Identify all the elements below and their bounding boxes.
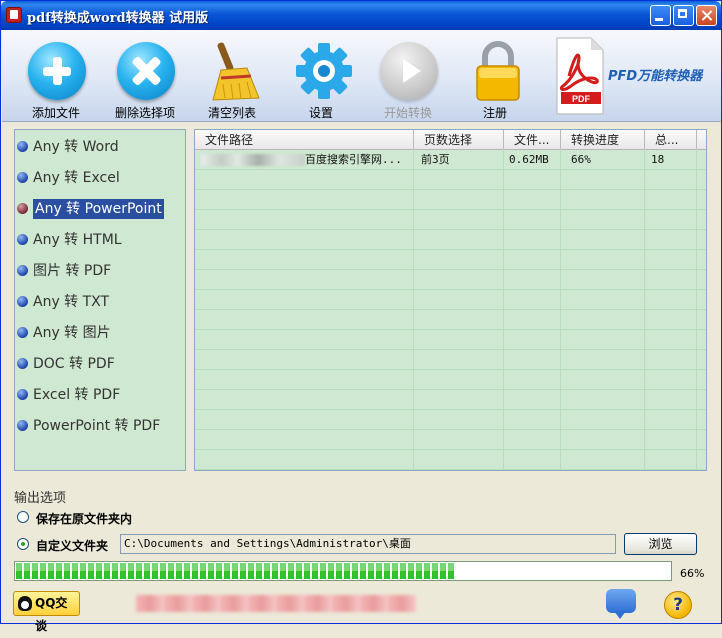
bullet-icon — [17, 203, 28, 214]
brand-label: PFD万能转换器 — [608, 69, 703, 84]
radio-custom-folder-label[interactable]: 自定义文件夹 — [36, 537, 108, 554]
gear-icon — [296, 43, 352, 99]
conversion-item-selected[interactable]: Any 转 PowerPoint — [17, 197, 164, 221]
add-file-button[interactable]: 添加文件 — [13, 34, 99, 120]
cell-total: 18 — [651, 153, 665, 166]
register-label: 注册 — [482, 106, 507, 120]
minimize-button[interactable] — [650, 5, 671, 26]
clear-list-button[interactable]: 清空列表 — [189, 34, 275, 120]
pdf-document-icon: PDF — [556, 37, 604, 115]
broom-icon — [212, 42, 260, 101]
bullet-icon — [17, 172, 28, 183]
settings-button[interactable]: 设置 — [278, 34, 364, 120]
column-header-pages[interactable]: 页数选择 — [414, 130, 504, 149]
register-button[interactable]: 注册 — [452, 34, 538, 120]
cell-size: 0.62MB — [509, 153, 549, 166]
radio-original-folder[interactable] — [17, 511, 29, 523]
table-gridlines — [195, 150, 706, 470]
chat-bubble-icon[interactable] — [606, 589, 636, 619]
bullet-icon — [17, 389, 28, 400]
delete-selected-label: 删除选择项 — [114, 106, 175, 120]
browse-button[interactable]: 浏览 — [624, 533, 697, 555]
conversion-progress-bar — [14, 561, 672, 581]
conversion-item[interactable]: 图片 转 PDF — [17, 259, 111, 283]
delete-selected-button[interactable]: 删除选择项 — [102, 34, 188, 120]
qq-penguin-icon — [18, 596, 32, 611]
redacted-footer-text — [136, 595, 416, 612]
column-divider — [413, 149, 414, 470]
column-header-total[interactable]: 总... — [645, 130, 697, 149]
column-divider — [644, 149, 645, 470]
bullet-icon — [17, 420, 28, 431]
table-header: 文件路径 页数选择 文件... 转换进度 总... — [195, 130, 706, 150]
bullet-icon — [17, 265, 28, 276]
start-convert-button[interactable]: 开始转换 — [365, 34, 451, 120]
cell-pages[interactable]: 前3页 — [421, 152, 501, 168]
progress-percent: 66% — [680, 567, 705, 580]
radio-original-folder-label[interactable]: 保存在原文件夹内 — [36, 510, 132, 527]
qq-chat-button[interactable]: QQ交谈 — [13, 591, 80, 633]
conversion-item[interactable]: Any 转 Word — [17, 135, 119, 159]
toolbar: 添加文件 删除选择项 清空列表 设置 开始转换 注册 PDF PFD万能转换器 — [2, 30, 721, 122]
delete-icon — [117, 42, 175, 100]
clear-list-label: 清空列表 — [207, 106, 256, 120]
column-header-progress[interactable]: 转换进度 — [561, 130, 645, 149]
conversion-item[interactable]: Any 转 TXT — [17, 290, 109, 314]
add-file-label: 添加文件 — [31, 106, 80, 120]
settings-label: 设置 — [308, 106, 333, 120]
app-icon — [6, 7, 22, 23]
cell-progress: 66% — [571, 153, 591, 166]
bullet-icon — [17, 358, 28, 369]
close-button[interactable] — [696, 5, 717, 26]
radio-custom-folder[interactable] — [17, 538, 29, 550]
app-window: pdf转换成word转换器 试用版 添加文件 删除选择项 清空列表 设置 开始转… — [0, 0, 722, 633]
bullet-icon — [17, 296, 28, 307]
maximize-button[interactable] — [673, 5, 694, 26]
file-list-table: 文件路径 页数选择 文件... 转换进度 总... 百度搜索引擎网... 前3页… — [194, 129, 707, 471]
help-button[interactable]: ? — [664, 591, 692, 619]
progress-fill — [16, 563, 454, 579]
play-icon — [380, 42, 438, 100]
qq-chat-label: QQ交谈 — [35, 596, 68, 633]
title-bar[interactable]: pdf转换成word转换器 试用版 — [1, 1, 721, 30]
column-divider — [503, 149, 504, 470]
column-header-size[interactable]: 文件... — [504, 130, 561, 149]
cell-path: 百度搜索引擎网... — [305, 153, 402, 166]
conversion-item[interactable]: DOC 转 PDF — [17, 352, 115, 376]
bullet-icon — [17, 234, 28, 245]
redacted-path-prefix — [201, 154, 305, 166]
conversion-type-list: Any 转 Word Any 转 Excel Any 转 PowerPoint … — [14, 129, 186, 471]
output-path-field[interactable]: C:\Documents and Settings\Administrator\… — [120, 534, 616, 554]
window-title: pdf转换成word转换器 试用版 — [27, 11, 209, 26]
conversion-item[interactable]: Any 转 HTML — [17, 228, 122, 252]
pdf-badge-text: PDF — [572, 94, 591, 104]
lock-icon — [476, 41, 520, 101]
conversion-item[interactable]: Excel 转 PDF — [17, 383, 120, 407]
conversion-item[interactable]: Any 转 Excel — [17, 166, 120, 190]
add-file-icon — [28, 42, 86, 100]
column-header-path[interactable]: 文件路径 — [195, 130, 414, 149]
bullet-icon — [17, 141, 28, 152]
bullet-icon — [17, 327, 28, 338]
column-divider — [696, 149, 697, 470]
output-options-title: 输出选项 — [14, 491, 67, 506]
start-convert-label: 开始转换 — [383, 106, 432, 120]
column-divider — [560, 149, 561, 470]
conversion-item[interactable]: PowerPoint 转 PDF — [17, 414, 160, 438]
conversion-item[interactable]: Any 转 图片 — [17, 321, 111, 345]
